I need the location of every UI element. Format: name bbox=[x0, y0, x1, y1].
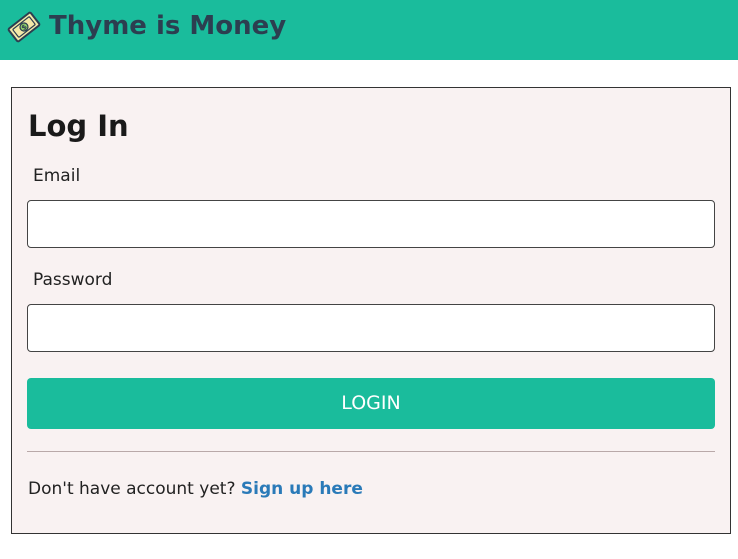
app-title[interactable]: Thyme is Money bbox=[49, 9, 286, 43]
email-field[interactable] bbox=[27, 200, 715, 248]
login-card: Log In Email Password LOGIN Don't have a… bbox=[11, 87, 731, 534]
top-navbar: $ Thyme is Money bbox=[0, 0, 738, 60]
password-label: Password bbox=[33, 270, 113, 290]
divider bbox=[27, 451, 715, 452]
signup-prompt: Don't have account yet? bbox=[28, 479, 236, 499]
signup-row: Don't have account yet? Sign up here bbox=[28, 478, 363, 500]
login-button[interactable]: LOGIN bbox=[27, 378, 715, 429]
dollar-bill-icon[interactable]: $ bbox=[7, 10, 41, 44]
signup-link[interactable]: Sign up here bbox=[241, 479, 363, 499]
page-title: Log In bbox=[28, 109, 129, 143]
email-label: Email bbox=[33, 166, 81, 186]
password-field[interactable] bbox=[27, 304, 715, 352]
